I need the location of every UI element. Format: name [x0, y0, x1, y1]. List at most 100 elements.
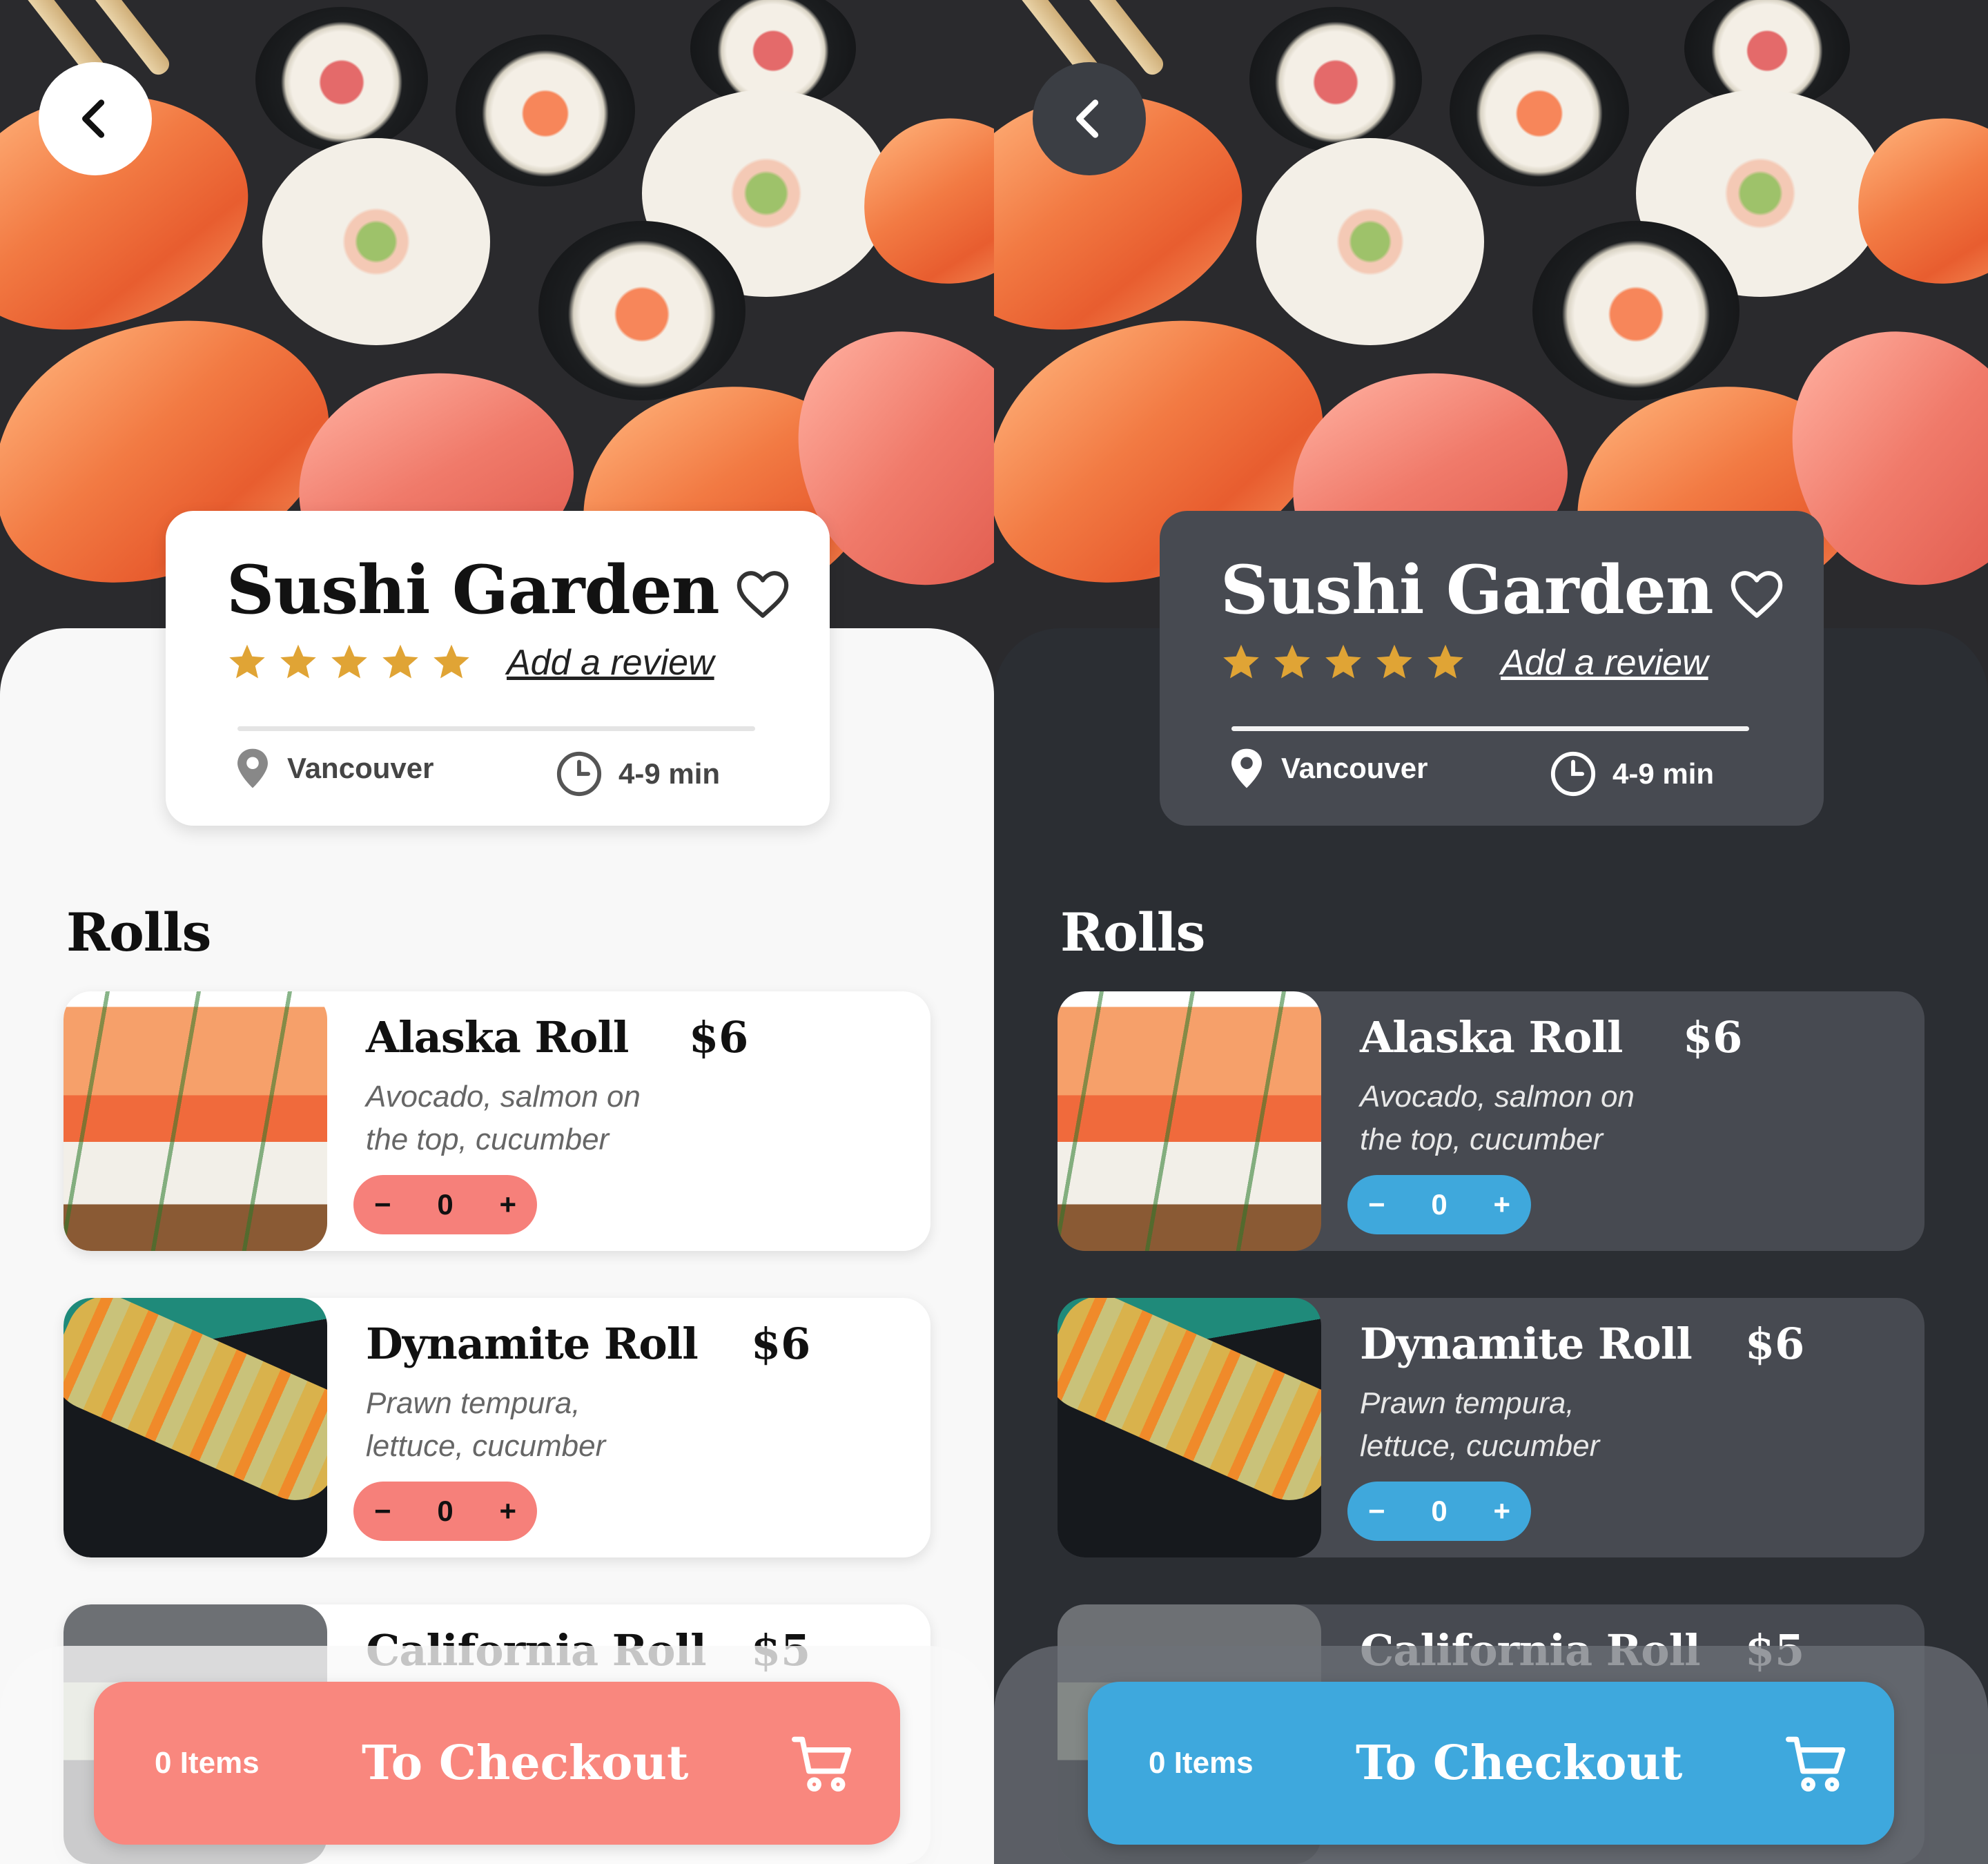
description-line: lettuce, cucumber — [1360, 1429, 1600, 1463]
quantity-value: 0 — [1431, 1495, 1448, 1527]
decrease-button[interactable]: − — [374, 1187, 391, 1222]
card-divider — [237, 726, 755, 731]
description-line: Prawn tempura, — [1360, 1386, 1575, 1420]
section-title: Rolls — [66, 902, 211, 963]
cart-icon — [792, 1736, 852, 1792]
light-theme-screen: Sushi Garden Add a review Vancouver 4-9 … — [0, 0, 994, 1864]
menu-item-image — [64, 1298, 327, 1557]
decrease-button[interactable]: − — [1368, 1494, 1385, 1528]
menu-item-dynamite-roll[interactable]: Dynamite Roll $6 Prawn tempura, lettuce,… — [64, 1298, 930, 1557]
add-review-link[interactable]: Add a review — [507, 642, 714, 683]
increase-button[interactable]: + — [1493, 1187, 1510, 1222]
star-icon — [433, 644, 469, 679]
card-divider — [1231, 726, 1749, 731]
increase-button[interactable]: + — [1493, 1494, 1510, 1528]
clock-icon — [1550, 751, 1596, 797]
menu-item-description: Prawn tempura, lettuce, cucumber — [1360, 1382, 1705, 1468]
delivery-time: 4-9 min — [1549, 750, 1714, 798]
location-pin-icon — [1231, 748, 1262, 788]
description-line: Avocado, salmon on — [366, 1080, 641, 1114]
sushi-piece — [1532, 221, 1740, 400]
restaurant-name: Sushi Garden — [226, 551, 720, 629]
checkout-label: To Checkout — [362, 1736, 689, 1791]
sushi-piece — [1256, 138, 1484, 345]
sushi-piece — [847, 100, 994, 300]
description-line: the top, cucumber — [1360, 1123, 1604, 1156]
menu-item-name: Dynamite Roll — [1360, 1319, 1693, 1369]
restaurant-info-card: Sushi Garden Add a review Vancouver 4-9 … — [166, 511, 830, 826]
menu-item-alaska-roll[interactable]: Alaska Roll $6 Avocado, salmon on the to… — [1058, 991, 1924, 1251]
location-text: Vancouver — [1281, 752, 1428, 784]
heart-icon[interactable] — [734, 566, 791, 623]
rating-stars — [226, 642, 472, 683]
dark-theme-screen: Sushi Garden Add a review Vancouver 4-9 … — [994, 0, 1988, 1864]
delivery-time-text: 4-9 min — [618, 757, 721, 790]
menu-item-description: Avocado, salmon on the top, cucumber — [366, 1076, 711, 1161]
quantity-stepper: − 0 + — [353, 1175, 537, 1234]
menu-item-name: Dynamite Roll — [366, 1319, 699, 1369]
description-line: the top, cucumber — [366, 1123, 610, 1156]
add-review-link[interactable]: Add a review — [1501, 642, 1708, 683]
sushi-piece — [1841, 100, 1988, 300]
description-line: lettuce, cucumber — [366, 1429, 606, 1463]
quantity-value: 0 — [1431, 1188, 1448, 1221]
section-title: Rolls — [1060, 902, 1205, 963]
quantity-stepper: − 0 + — [1347, 1175, 1531, 1234]
increase-button[interactable]: + — [499, 1187, 516, 1222]
delivery-time-text: 4-9 min — [1612, 757, 1715, 790]
menu-item-alaska-roll[interactable]: Alaska Roll $6 Avocado, salmon on the to… — [64, 991, 930, 1251]
star-icon — [331, 644, 367, 679]
menu-item-price: $6 — [751, 1319, 811, 1369]
menu-item-description: Avocado, salmon on the top, cucumber — [1360, 1076, 1705, 1161]
sushi-piece — [255, 7, 428, 152]
menu-item-dynamite-roll[interactable]: Dynamite Roll $6 Prawn tempura, lettuce,… — [1058, 1298, 1924, 1557]
menu-item-price: $6 — [1683, 1012, 1743, 1062]
description-line: Prawn tempura, — [366, 1386, 581, 1420]
decrease-button[interactable]: − — [374, 1494, 391, 1528]
location: Vancouver — [235, 747, 433, 790]
checkout-button[interactable]: 0 Items To Checkout — [1088, 1682, 1894, 1845]
restaurant-name: Sushi Garden — [1220, 551, 1714, 629]
back-button[interactable] — [39, 62, 152, 175]
star-icon — [280, 644, 316, 679]
location-text: Vancouver — [287, 752, 434, 784]
star-icon — [1376, 644, 1412, 679]
back-button[interactable] — [1033, 62, 1146, 175]
star-icon — [1274, 644, 1310, 679]
restaurant-info-card: Sushi Garden Add a review Vancouver 4-9 … — [1160, 511, 1824, 826]
menu-item-image — [64, 991, 327, 1251]
menu-item-image — [1058, 991, 1321, 1251]
star-icon — [1223, 644, 1259, 679]
decrease-button[interactable]: − — [1368, 1187, 1385, 1222]
description-line: Avocado, salmon on — [1360, 1080, 1635, 1114]
cart-item-count: 0 Items — [155, 1746, 260, 1780]
sushi-piece — [538, 221, 746, 400]
checkout-button[interactable]: 0 Items To Checkout — [94, 1682, 900, 1845]
delivery-time: 4-9 min — [555, 750, 720, 798]
menu-item-description: Prawn tempura, lettuce, cucumber — [366, 1382, 711, 1468]
star-icon — [382, 644, 418, 679]
checkout-label: To Checkout — [1356, 1736, 1683, 1791]
location-pin-icon — [237, 748, 268, 788]
sushi-piece — [1450, 35, 1629, 186]
back-chevron-icon — [1076, 99, 1099, 138]
menu-item-price: $6 — [689, 1012, 749, 1062]
sushi-piece — [262, 138, 490, 345]
quantity-stepper: − 0 + — [1347, 1482, 1531, 1541]
menu-item-name: Alaska Roll — [1360, 1012, 1623, 1062]
increase-button[interactable]: + — [499, 1494, 516, 1528]
location: Vancouver — [1229, 747, 1427, 790]
rating-stars — [1220, 642, 1466, 683]
quantity-value: 0 — [437, 1188, 454, 1221]
menu-item-price: $6 — [1745, 1319, 1805, 1369]
back-chevron-icon — [82, 99, 105, 138]
quantity-stepper: − 0 + — [353, 1482, 537, 1541]
star-icon — [1427, 644, 1463, 679]
sushi-piece — [456, 35, 635, 186]
menu-item-image — [1058, 1298, 1321, 1557]
heart-icon[interactable] — [1728, 566, 1785, 623]
cart-item-count: 0 Items — [1149, 1746, 1254, 1780]
star-icon — [1325, 644, 1361, 679]
star-icon — [229, 644, 265, 679]
quantity-value: 0 — [437, 1495, 454, 1527]
